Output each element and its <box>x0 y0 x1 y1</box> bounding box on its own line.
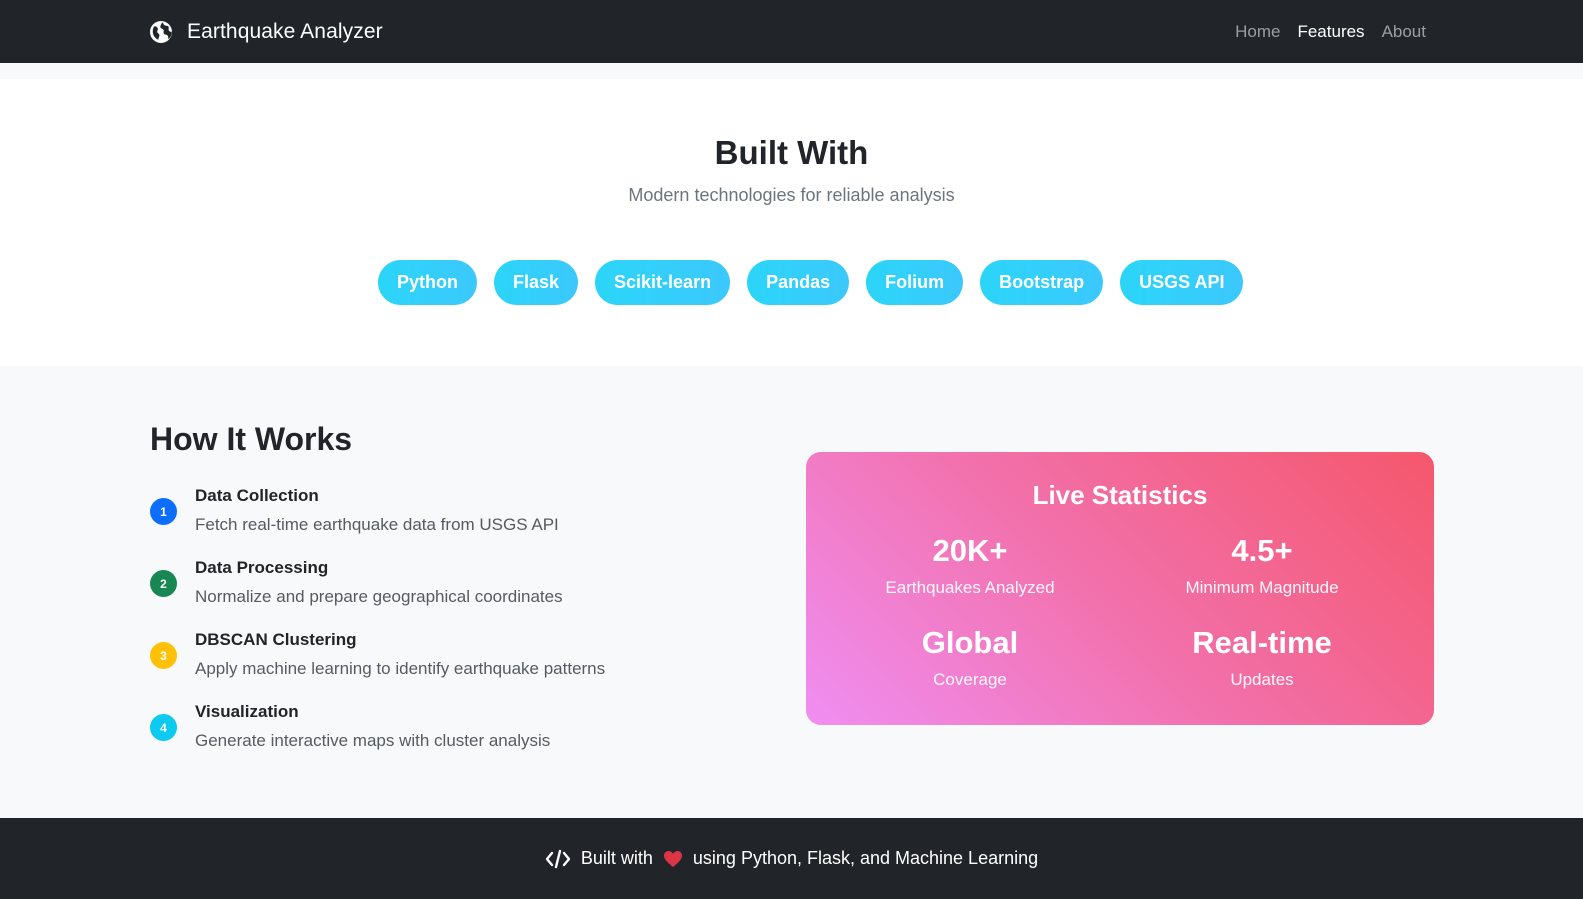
how-it-works-title: How It Works <box>150 421 353 457</box>
stat-value: 4.5+ <box>1231 533 1293 568</box>
tech-badge-scikit-learn: Scikit-learn <box>595 260 731 305</box>
live-statistics-card: Live Statistics 20K+ Earthquakes Analyze… <box>806 452 1434 725</box>
stat-label: Coverage <box>933 670 1007 689</box>
nav-home-link[interactable]: Home <box>1235 22 1280 42</box>
footer-suffix: using Python, Flask, and Machine Learnin… <box>692 848 1039 868</box>
step-number-badge: 1 <box>150 498 177 525</box>
stat-label: Minimum Magnitude <box>1185 578 1339 597</box>
stat-label: Earthquakes Analyzed <box>885 578 1055 597</box>
step-number-badge: 3 <box>150 642 177 669</box>
stat-earthquakes-analyzed: 20K+ Earthquakes Analyzed <box>820 532 1120 598</box>
section-divider <box>0 63 1583 79</box>
footer: Built with using Python, Flask, and Mach… <box>0 818 1583 899</box>
built-with-title: Built With <box>714 134 869 171</box>
stat-minimum-magnitude: 4.5+ Minimum Magnitude <box>1112 532 1412 598</box>
step-title: Visualization <box>195 702 299 721</box>
step-description: Fetch real-time earthquake data from USG… <box>195 515 559 534</box>
stat-value: Global <box>921 625 1019 660</box>
built-with-subtitle: Modern technologies for reliable analysi… <box>628 185 955 205</box>
nav-features-link[interactable]: Features <box>1297 22 1364 42</box>
nav-links: Home Features About <box>1235 0 1426 63</box>
step-title: Data Collection <box>195 486 319 505</box>
stat-coverage: Global Coverage <box>820 624 1120 690</box>
how-it-works-section: How It Works 1 Data Collection Fetch rea… <box>0 366 1583 818</box>
live-statistics-title: Live Statistics <box>1032 480 1208 510</box>
step-description: Generate interactive maps with cluster a… <box>195 731 551 750</box>
step-description: Apply machine learning to identify earth… <box>195 659 606 678</box>
brand-name: Earthquake Analyzer <box>187 19 383 43</box>
globe-icon <box>150 20 172 43</box>
stat-value: Real-time <box>1192 625 1332 660</box>
step-title: DBSCAN Clustering <box>195 630 357 649</box>
stat-updates: Real-time Updates <box>1112 624 1412 690</box>
brand[interactable]: Earthquake Analyzer <box>149 0 383 63</box>
footer-prefix: Built with <box>580 848 653 868</box>
step-number-badge: 4 <box>150 714 177 741</box>
tech-badges: Python Flask Scikit-learn Pandas Folium … <box>378 260 1244 305</box>
navbar: Earthquake Analyzer Home Features About <box>0 0 1583 63</box>
step-description: Normalize and prepare geographical coord… <box>195 587 563 606</box>
tech-badge-bootstrap: Bootstrap <box>980 260 1104 305</box>
stat-value: 20K+ <box>932 533 1008 568</box>
tech-badge-usgs-api: USGS API <box>1120 260 1244 305</box>
tech-badge-pandas: Pandas <box>747 260 850 305</box>
tech-badge-folium: Folium <box>866 260 964 305</box>
tech-badge-python: Python <box>378 260 477 305</box>
code-icon <box>545 849 571 868</box>
step-number-badge: 2 <box>150 570 177 597</box>
built-with-section: Built With Modern technologies for relia… <box>0 79 1583 366</box>
stat-label: Updates <box>1230 670 1294 689</box>
heart-icon <box>663 850 682 867</box>
tech-badge-flask: Flask <box>494 260 579 305</box>
step-title: Data Processing <box>195 558 329 577</box>
nav-about-link[interactable]: About <box>1382 22 1426 42</box>
